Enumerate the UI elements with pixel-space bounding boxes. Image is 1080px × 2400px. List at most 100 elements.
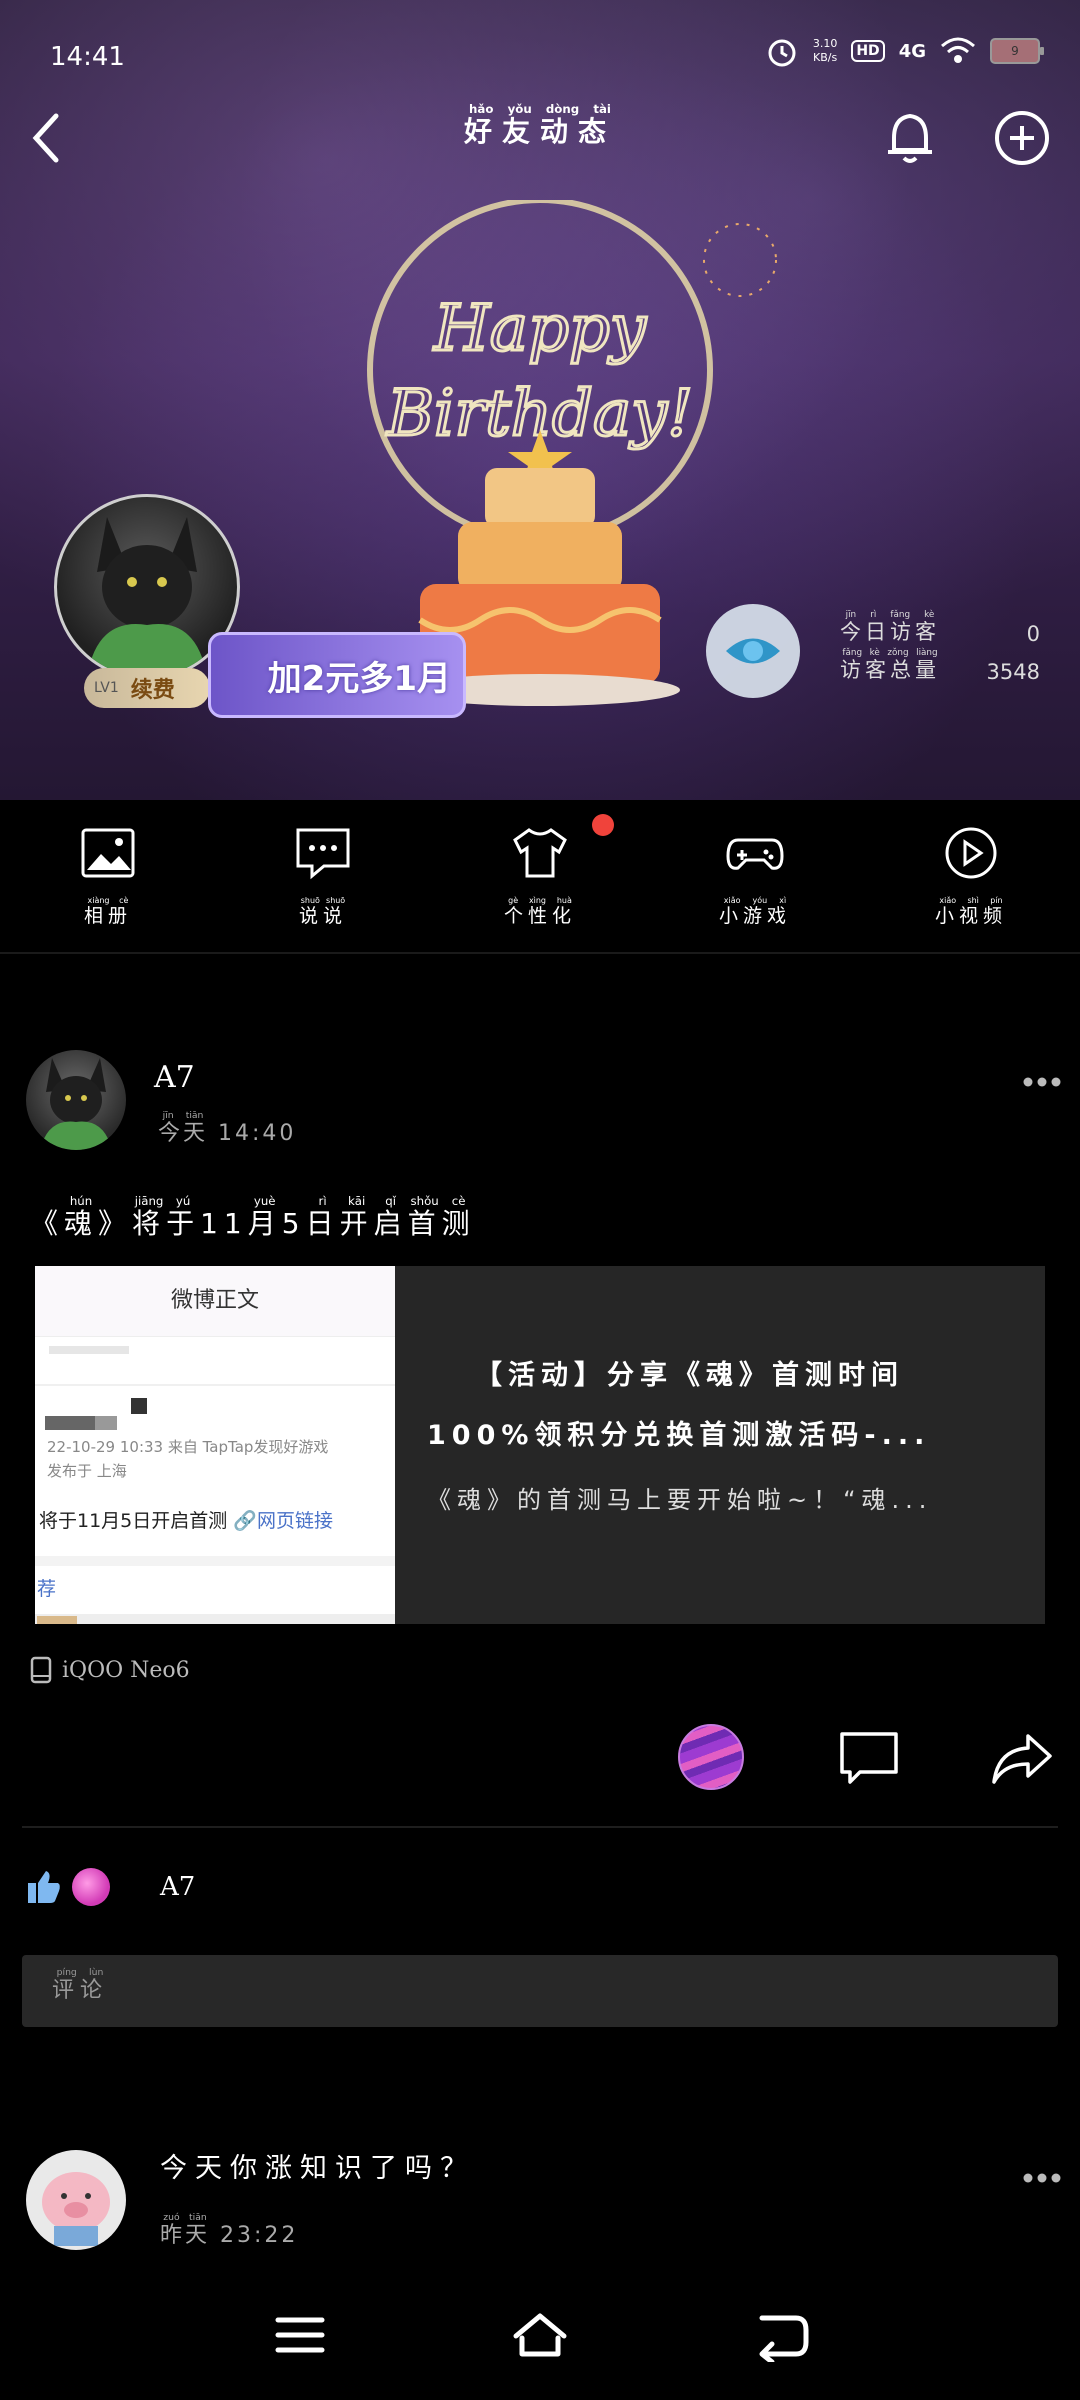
shortcut-album-label: 相册xiàng cè xyxy=(33,896,183,928)
post-text-char: 11 xyxy=(200,1207,248,1240)
status-icons: 3.10 KB/s HD 4G 9 xyxy=(765,34,1044,68)
page-title-pinyin: hǎo yǒu dòng tài xyxy=(463,102,616,116)
today-visitors-label: 今日访客jīn rì fǎng kè xyxy=(840,610,940,646)
total-visitors-label: 访客总量fǎng kè zǒng liàng xyxy=(840,648,940,684)
page-title-text: 好友动态 xyxy=(463,115,616,148)
system-nav-bar xyxy=(0,2290,1080,2380)
link-thumbnail: 微博正文 22-10-29 10:33 来自 TapTap发现好游戏 发布于 上… xyxy=(35,1266,395,1624)
total-visitors-pinyin: fǎng kè zǒng liàng xyxy=(840,648,940,658)
link-preview-card[interactable]: 微博正文 22-10-29 10:33 来自 TapTap发现好游戏 发布于 上… xyxy=(35,1266,1045,1624)
device-info: iQOO Neo6 xyxy=(30,1656,190,1684)
shortcut-minigame-pinyin: xiǎo yóu xì xyxy=(718,896,791,905)
post-time-value: 14:40 xyxy=(218,1121,297,1146)
pig-character-icon xyxy=(42,2172,110,2246)
thumb-web-link: 🔗网页链接 xyxy=(233,1510,333,1532)
visitor-stats: 今日访客jīn rì fǎng kè 0 访客总量fǎng kè zǒng li… xyxy=(840,608,1040,684)
promo-button[interactable]: 加2元多1月 xyxy=(208,632,466,718)
post-text-char: 开kāi xyxy=(339,1194,374,1240)
add-circle-icon[interactable] xyxy=(990,106,1054,170)
shortcut-video[interactable]: 小视频xiǎo shì pín xyxy=(896,824,1046,928)
link-card-title: 【活动】分享《魂》首测时间 100%领积分兑换首测激活码-... xyxy=(427,1346,1027,1466)
level-label: LV1 xyxy=(94,680,119,696)
thumb-main-text: 将于11月5日开启首测 🔗网页链接 xyxy=(39,1506,333,1533)
today-visitors-pinyin: jīn rì fǎng kè xyxy=(840,610,940,620)
post-time-pinyin: jīn tiān xyxy=(158,1110,209,1121)
shortcut-album[interactable]: 相册xiàng cè xyxy=(33,824,183,928)
shortcut-video-pinyin: xiǎo shì pín xyxy=(934,896,1007,905)
tshirt-icon xyxy=(513,828,567,878)
hd-badge: HD xyxy=(851,40,885,62)
post2-time-prefix: 昨天 xyxy=(160,2223,211,2248)
cat-character-icon xyxy=(40,1058,112,1150)
net-speed-unit: KB/s xyxy=(812,51,838,64)
bell-icon[interactable] xyxy=(878,106,942,170)
comment-placeholder-pinyin: píng lùn xyxy=(52,1967,108,1978)
thumb-meta-line2: 发布于 上海 xyxy=(47,1462,127,1480)
thumb-bottom xyxy=(35,1614,395,1624)
post-author-name[interactable]: A7 xyxy=(154,1060,195,1095)
post-author-avatar[interactable] xyxy=(26,1050,126,1150)
status-time: 14:41 xyxy=(50,42,125,72)
post2-text-label: 今天你涨知识了吗？ xyxy=(160,2153,475,2184)
post2-time-pinyin: zuó tiān xyxy=(160,2212,210,2223)
more-options-icon[interactable] xyxy=(1022,1070,1062,1094)
post-text-char: 首shǒu xyxy=(407,1194,442,1240)
liker-avatar xyxy=(72,1868,110,1906)
shortcut-personalize[interactable]: 个性化gè xìng huà xyxy=(465,824,615,928)
gamepad-icon xyxy=(726,838,784,870)
thumb-meta-line1: 22-10-29 10:33 来自 TapTap发现好游戏 xyxy=(47,1438,329,1456)
shortcut-personalize-label: 个性化gè xìng huà xyxy=(465,896,615,928)
play-circle-icon xyxy=(945,827,997,879)
post-text-char: 于yú xyxy=(166,1194,201,1240)
wifi-icon xyxy=(941,37,975,63)
photo-album-icon xyxy=(81,828,135,878)
post-divider xyxy=(22,1826,1058,1828)
comment-icon[interactable] xyxy=(838,1730,900,1786)
shortcut-album-pinyin: xiàng cè xyxy=(83,896,132,905)
shortcut-talk-pinyin: shuō shuō xyxy=(298,896,347,905)
today-visitors-row: 今日访客jīn rì fǎng kè 0 xyxy=(840,608,1040,646)
profile-banner: Happy Birthday! LV1 续费 加2元多1月 今日访客jīn rì… xyxy=(0,0,1080,800)
visitor-eye-button[interactable] xyxy=(706,604,800,698)
back-icon[interactable] xyxy=(752,2308,812,2362)
thumb-main-label: 将于11月5日开启首测 xyxy=(39,1510,228,1532)
menu-icon[interactable] xyxy=(270,2308,330,2362)
post-text-char: 《 xyxy=(30,1207,65,1240)
total-visitors-row: 访客总量fǎng kè zǒng liàng 3548 xyxy=(840,646,1040,684)
post2-author-avatar[interactable] xyxy=(26,2150,126,2250)
post-text-char: 测cè xyxy=(441,1194,476,1240)
post2-text: 今天你涨知识了吗？ xyxy=(160,2146,475,2185)
post-text-char: 》 xyxy=(98,1207,133,1240)
link-card-title-line2: 100%领积分兑换首测激活码-... xyxy=(427,1420,931,1451)
comment-placeholder: 评论píng lùn xyxy=(52,1967,108,2004)
vip-level-badge[interactable]: LV1 续费 xyxy=(84,668,210,708)
shortcut-talk[interactable]: 说说shuō shuō xyxy=(248,824,398,928)
thumb-divider xyxy=(35,1384,395,1386)
shortcut-bar: 相册xiàng cè 说说shuō shuō 个性化gè xìng huà 小游… xyxy=(0,800,1080,954)
total-visitors-text: 访客总量 xyxy=(840,658,940,682)
shortcut-minigame[interactable]: 小游戏xiǎo yóu xì xyxy=(680,824,830,928)
notification-dot xyxy=(592,814,614,836)
thumbs-up-icon xyxy=(28,1871,60,1903)
post2-time-value: 23:22 xyxy=(220,2223,299,2248)
link-card-subtitle: 《魂》的首测马上要开始啦~！“魂... xyxy=(427,1486,933,1514)
link-card-title-line1: 【活动】分享《魂》首测时间 xyxy=(475,1360,904,1391)
shortcut-video-label: 小视频xiǎo shì pín xyxy=(896,896,1046,928)
comment-input[interactable]: 评论píng lùn xyxy=(22,1955,1058,2027)
battery-icon: 9 xyxy=(990,38,1044,64)
like-button[interactable] xyxy=(678,1724,744,1790)
device-name: iQOO Neo6 xyxy=(62,1657,190,1683)
shortcut-personalize-pinyin: gè xìng huà xyxy=(503,896,576,905)
shortcut-talk-label: 说说shuō shuō xyxy=(248,896,398,928)
thumb-divider-2 xyxy=(35,1556,395,1566)
share-icon[interactable] xyxy=(990,1730,1054,1786)
post-text: 《魂hún》将jiāng于yú11月yuè5日rì开kāi启qǐ首shǒu测cè xyxy=(30,1194,476,1242)
shortcut-minigame-text: 小游戏 xyxy=(718,905,791,927)
net-speed-value: 3.10 xyxy=(812,37,838,50)
liker-name[interactable]: A7 xyxy=(160,1872,195,1902)
more-options-icon[interactable] xyxy=(1022,2166,1062,2190)
status-bar: 14:41 3.10 KB/s HD 4G 9 xyxy=(0,0,1080,110)
post-text-char: 日rì xyxy=(305,1194,340,1240)
home-icon[interactable] xyxy=(510,2308,570,2362)
post-text-char: 启qǐ xyxy=(373,1194,408,1240)
